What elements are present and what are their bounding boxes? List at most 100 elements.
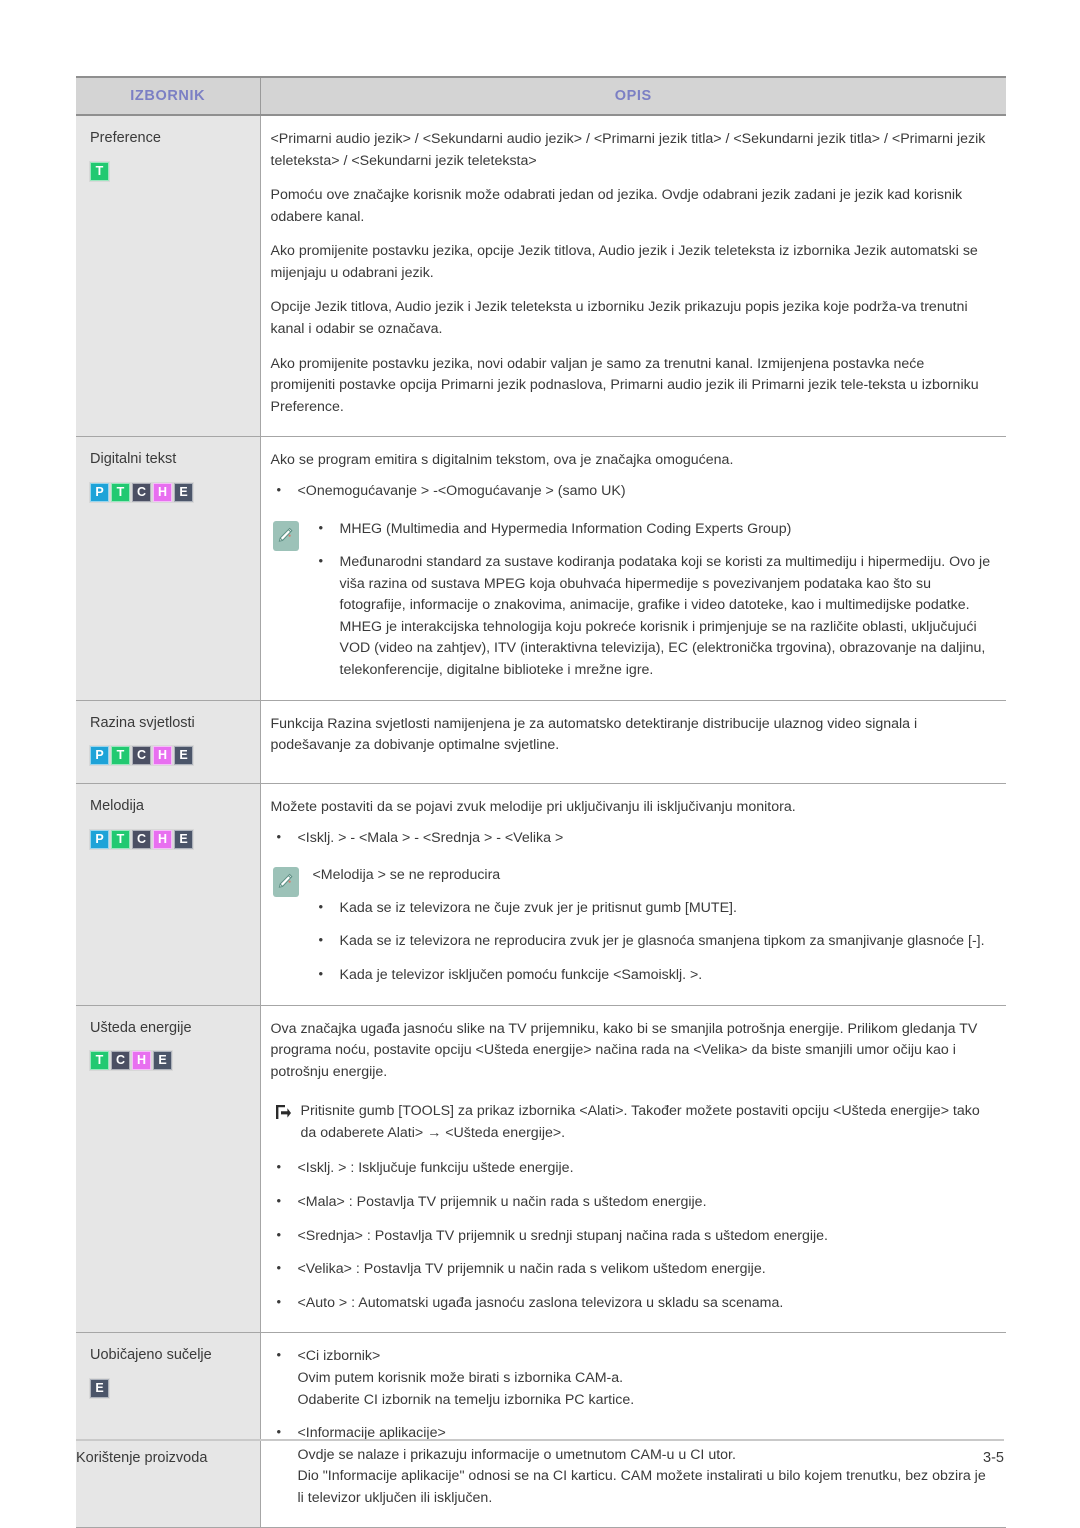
menu-label: Ušteda energije <box>90 1019 192 1036</box>
menu-label: Preference <box>90 130 161 146</box>
badge-t: T <box>89 1050 110 1072</box>
menu-cell-usteda-energije: Ušteda energije T C H E <box>76 1005 261 1334</box>
menu-cell-melodija: Melodija P T C H E <box>76 783 261 1006</box>
bullet-list: <Isklj. > - <Mala > - <Srednja > - <Veli… <box>271 827 993 850</box>
list-item: <Ci izbornik> <box>271 1345 993 1368</box>
footer-row: Korištenje proizvoda 3-5 <box>76 1441 1004 1466</box>
table-body: Preference T <Primarni audio jezik> / <S… <box>76 115 1006 1528</box>
menu-description-table: IZBORNIK OPIS Preference T <Primarni aud… <box>76 76 1006 1528</box>
description-cell-razina-svjetlosti: Funkcija Razina svjetlosti namijenjena j… <box>260 700 1006 785</box>
badge-e: E <box>173 481 194 503</box>
badge-group: T C H E <box>89 1050 250 1072</box>
menu-label: Uobičajeno sučelje <box>90 1347 212 1364</box>
menu-label: Razina svjetlosti <box>90 714 195 731</box>
table-row: Digitalni tekst P T C H E Ako se program… <box>76 436 1006 701</box>
list-item: Kada se iz televizora ne čuje zvuk jer j… <box>313 897 993 920</box>
pencil-note-icon <box>272 520 299 551</box>
badge-p: P <box>89 828 110 850</box>
paragraph: Ako promijenite postavku jezika, novi od… <box>270 355 979 415</box>
list-item: MHEG (Multimedia and Hypermedia Informat… <box>313 518 993 541</box>
badge-t: T <box>110 745 131 767</box>
list-item: <Velika> : Postavlja TV prijemnik u nači… <box>271 1258 993 1281</box>
pencil-note-icon <box>272 867 299 898</box>
table-row: Melodija P T C H E Možete postaviti da s… <box>76 783 1006 1006</box>
page-number: 3-5 <box>983 1450 1004 1466</box>
badge-group: P T C H E <box>89 828 250 850</box>
badge-h: H <box>152 745 173 767</box>
list-item: <Srednja> : Postavlja TV prijemnik u sre… <box>271 1225 993 1248</box>
list-item-heading: <Ci izbornik> <box>297 1348 381 1365</box>
list-item: <Auto > : Automatski ugađa jasnoću zaslo… <box>271 1292 993 1315</box>
badge-h: H <box>152 828 173 850</box>
footer-section-title: Korištenje proizvoda <box>76 1450 208 1466</box>
list-item: <Isklj. > - <Mala > - <Srednja > - <Veli… <box>271 827 993 850</box>
paragraph: Ako promijenite postavku jezika, opcije … <box>270 243 978 281</box>
table-row: Razina svjetlosti P T C H E Funkcija Raz… <box>76 700 1006 785</box>
badge-p: P <box>89 745 110 767</box>
table-header-row: IZBORNIK OPIS <box>76 76 1006 116</box>
column-header-description: OPIS <box>260 76 1006 116</box>
menu-label: Melodija <box>90 798 144 815</box>
badge-t: T <box>89 160 110 182</box>
list-item: Kada je televizor isključen pomoću funkc… <box>313 964 993 987</box>
tools-note-text: Pritisnite gumb [TOOLS] za prikaz izborn… <box>300 1103 980 1141</box>
description-cell-preference: <Primarni audio jezik> / <Sekundarni aud… <box>260 115 1006 438</box>
badge-e: E <box>173 828 194 850</box>
badge-h: H <box>131 1050 152 1072</box>
description-cell-digitalni-tekst: Ako se program emitira s digitalnim teks… <box>260 436 1006 701</box>
menu-cell-digitalni-tekst: Digitalni tekst P T C H E <box>76 436 261 701</box>
description-cell-melodija: Možete postaviti da se pojavi zvuk melod… <box>260 783 1006 1006</box>
menu-cell-preference: Preference T <box>76 115 261 438</box>
bullet-list: <Onemogućavanje > -<Omogućavanje > (samo… <box>271 480 993 503</box>
note-bullet-list: MHEG (Multimedia and Hypermedia Informat… <box>313 518 993 682</box>
description-cell-usteda-energije: Ova značajka ugađa jasnoću slike na TV p… <box>260 1005 1006 1334</box>
paragraph: Ako se program emitira s digitalnim teks… <box>270 452 734 469</box>
badge-e: E <box>152 1050 173 1072</box>
badge-c: C <box>131 481 152 503</box>
badge-c: C <box>131 745 152 767</box>
badge-group: T <box>89 160 250 182</box>
paragraph: Ova značajka ugađa jasnoću slike na TV p… <box>270 1020 978 1080</box>
tools-note: Pritisnite gumb [TOOLS] za prikaz izborn… <box>271 1101 993 1144</box>
badge-group: E <box>89 1377 250 1399</box>
badge-c: C <box>110 1050 131 1072</box>
sub-line: Odaberite CI izbornik na temelju izborni… <box>297 1391 635 1408</box>
badge-group: P T C H E <box>89 481 250 503</box>
note-block: MHEG (Multimedia and Hypermedia Informat… <box>271 518 993 682</box>
note-bullet-list: Kada se iz televizora ne čuje zvuk jer j… <box>313 897 993 987</box>
list-item: Međunarodni standard za sustave kodiranj… <box>313 551 993 681</box>
column-header-menu: IZBORNIK <box>76 76 261 116</box>
badge-t: T <box>110 481 131 503</box>
document-page: IZBORNIK OPIS Preference T <Primarni aud… <box>0 0 1080 1528</box>
menu-cell-uobicajeno-sucelje: Uobičajeno sučelje E <box>76 1332 261 1528</box>
table-row: Uobičajeno sučelje E <Ci izbornik> Ovim … <box>76 1332 1006 1528</box>
menu-cell-razina-svjetlosti: Razina svjetlosti P T C H E <box>76 700 261 785</box>
note-title: <Melodija > se ne reproducira <box>312 867 501 884</box>
badge-p: P <box>89 481 110 503</box>
list-item: <Mala> : Postavlja TV prijemnik u način … <box>271 1191 993 1214</box>
badge-c: C <box>131 828 152 850</box>
paragraph: Funkcija Razina svjetlosti namijenjena j… <box>270 715 918 754</box>
paragraph: Možete postaviti da se pojavi zvuk melod… <box>270 799 796 816</box>
paragraph: Pomoću ove značajke korisnik može odabra… <box>270 187 963 225</box>
paragraph: <Primarni audio jezik> / <Sekundarni aud… <box>270 131 986 169</box>
badge-t: T <box>110 828 131 850</box>
description-cell-uobicajeno-sucelje: <Ci izbornik> Ovim putem korisnik može b… <box>260 1332 1006 1528</box>
sub-line: Ovim putem korisnik može birati s izborn… <box>297 1369 624 1386</box>
paragraph: Opcije Jezik titlova, Audio jezik i Jezi… <box>270 299 968 338</box>
bullet-list: <Ci izbornik> <box>271 1345 993 1368</box>
table-row: Ušteda energije T C H E Ova značajka uga… <box>76 1005 1006 1334</box>
list-item: <Isklj. > : Isključuje funkciju uštede e… <box>271 1158 993 1180</box>
bullet-list: <Isklj. > : Isključuje funkciju uštede e… <box>271 1158 993 1314</box>
tools-button-icon <box>272 1102 294 1123</box>
table-header: IZBORNIK OPIS <box>76 76 1006 116</box>
badge-h: H <box>152 481 173 503</box>
list-item: <Onemogućavanje > -<Omogućavanje > (samo… <box>271 480 993 503</box>
note-block: <Melodija > se ne reproducira Kada se iz… <box>271 865 993 986</box>
menu-label: Digitalni tekst <box>90 451 177 468</box>
table-row: Preference T <Primarni audio jezik> / <S… <box>76 115 1006 438</box>
badge-group: P T C H E <box>89 745 250 767</box>
list-item: Kada se iz televizora ne reproducira zvu… <box>313 930 993 953</box>
page-footer: Korištenje proizvoda 3-5 <box>76 1439 1004 1479</box>
badge-e: E <box>89 1377 110 1399</box>
